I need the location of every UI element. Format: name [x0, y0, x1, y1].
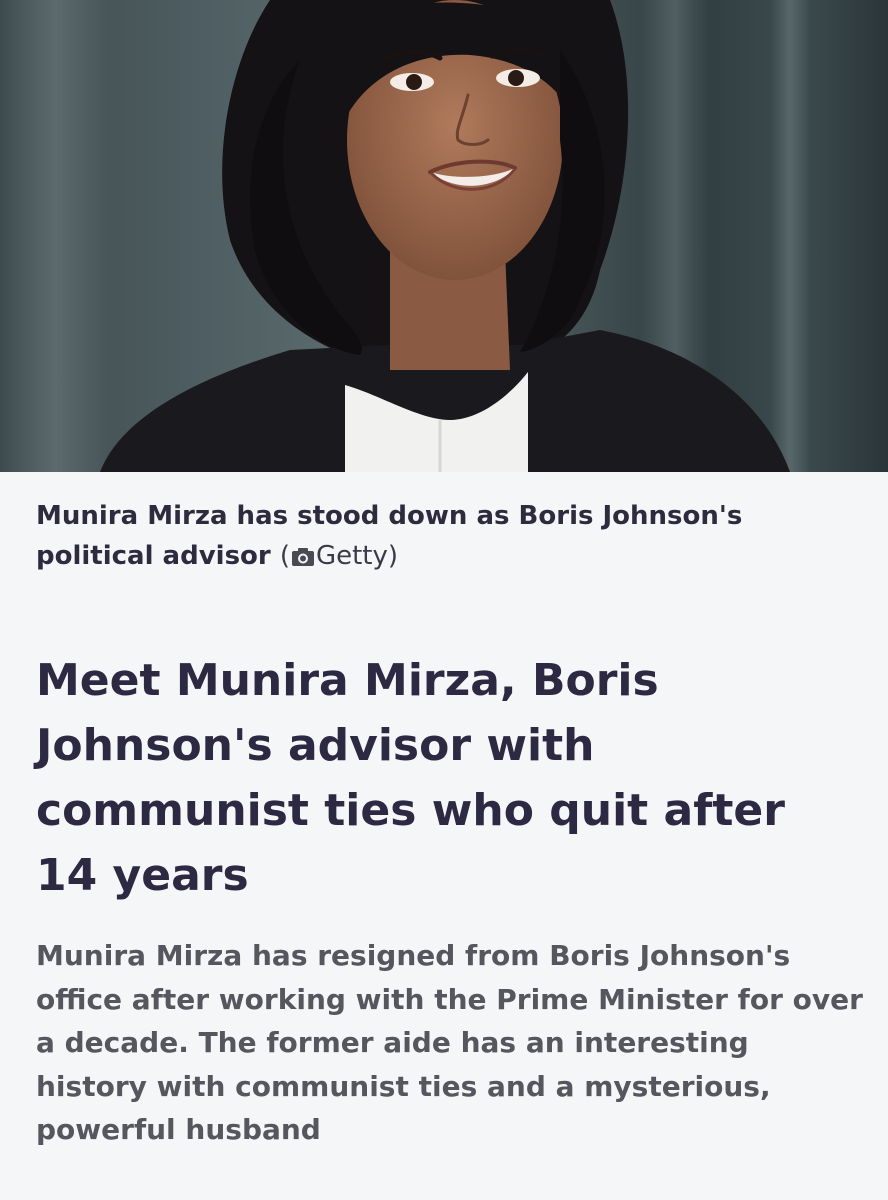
portrait-photo — [0, 0, 810, 472]
photo-credit: ( Getty) — [280, 541, 398, 571]
article-headline[interactable]: Meet Munira Mirza, Boris Johnson's advis… — [36, 648, 856, 908]
article-hero-image — [0, 0, 888, 472]
camera-icon — [291, 548, 314, 566]
credit-source: Getty) — [315, 541, 399, 571]
image-caption: Munira Mirza has stood down as Boris Joh… — [36, 496, 836, 576]
article-standfirst: Munira Mirza has resigned from Boris Joh… — [36, 939, 863, 1146]
credit-open-paren: ( — [279, 541, 290, 571]
